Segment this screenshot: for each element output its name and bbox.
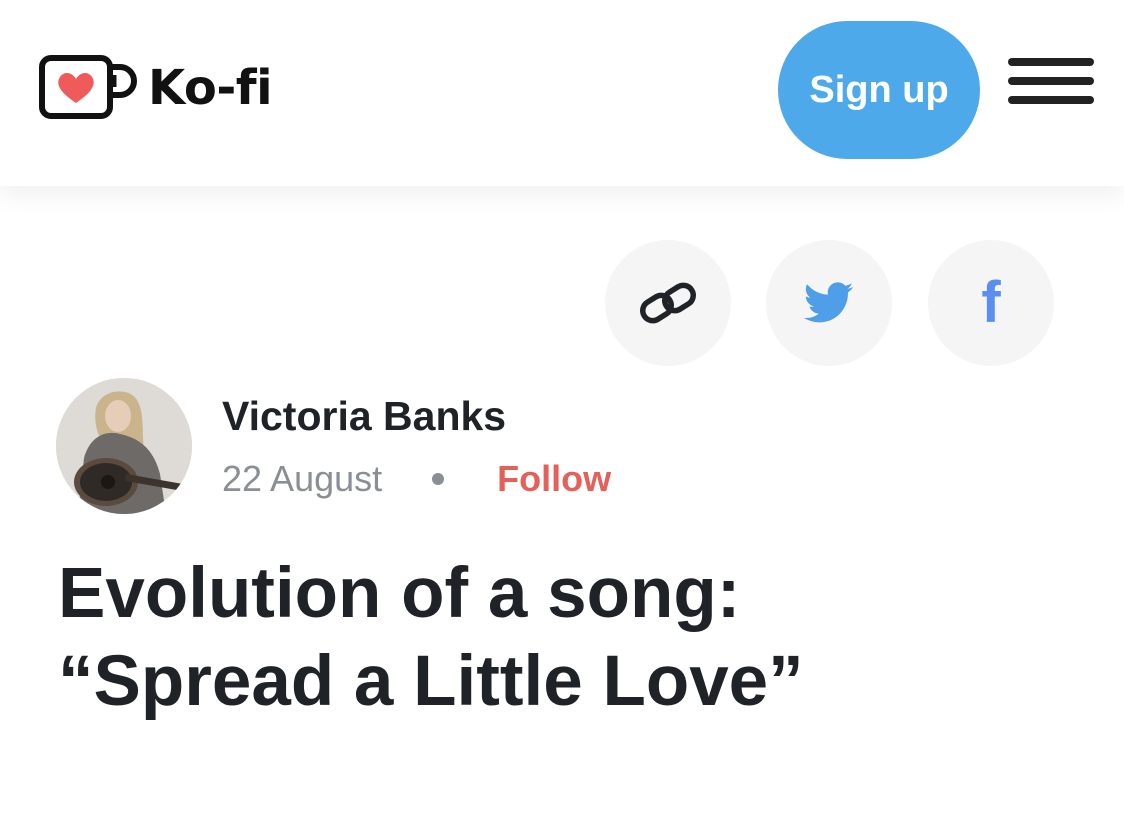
link-icon xyxy=(640,282,696,324)
hamburger-bar xyxy=(1008,77,1094,85)
sign-up-button[interactable]: Sign up xyxy=(778,21,980,159)
post-title-line-1: Evolution of a song: xyxy=(58,554,741,633)
post-title-line-2: “Spread a Little Love” xyxy=(58,642,804,721)
brand-name: Ko-fi xyxy=(148,60,273,116)
separator-dot xyxy=(432,473,445,485)
hamburger-bar xyxy=(1008,96,1094,104)
avatar-photo xyxy=(56,378,192,514)
site-header: Ko-fi Sign up xyxy=(0,0,1124,186)
facebook-share-button[interactable]: f xyxy=(928,240,1054,366)
copy-link-button[interactable] xyxy=(605,240,731,366)
post-meta: 22 August Follow xyxy=(222,456,611,502)
author-avatar[interactable] xyxy=(56,378,192,514)
facebook-icon: f xyxy=(981,270,1001,335)
hamburger-menu-icon xyxy=(1008,58,1094,66)
twitter-share-button[interactable] xyxy=(766,240,892,366)
kofi-cup-heart-icon xyxy=(39,55,137,119)
post-date: 22 August xyxy=(222,458,383,499)
hamburger-menu-button[interactable] xyxy=(1008,58,1096,106)
twitter-bird-icon xyxy=(804,282,854,323)
kofi-logo[interactable]: Ko-fi xyxy=(38,52,273,124)
post-title: Evolution of a song: “Spread a Little Lo… xyxy=(58,550,1078,726)
follow-link[interactable]: Follow xyxy=(497,458,611,500)
author-name[interactable]: Victoria Banks xyxy=(222,393,506,440)
